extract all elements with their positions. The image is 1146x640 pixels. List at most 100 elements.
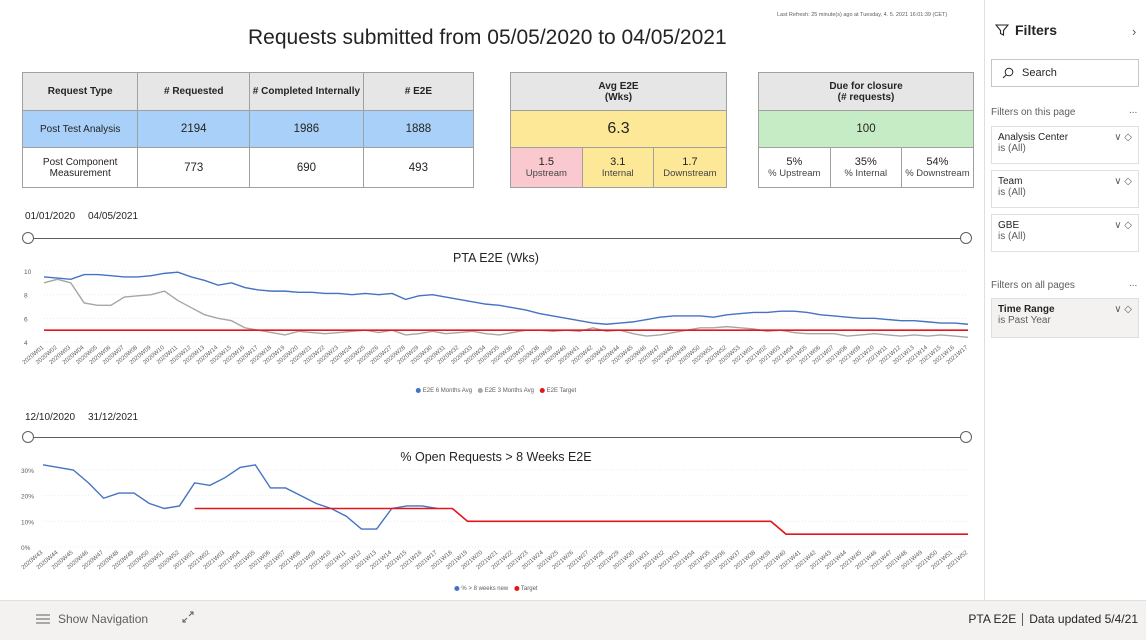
legend-dot-icon: [539, 388, 545, 393]
upstream-value: 1.5: [538, 156, 554, 168]
legend-dot-icon: [454, 586, 460, 591]
filter-card-icons: ∨ ◇: [1114, 176, 1132, 187]
y-tick-label: 0%: [21, 545, 31, 552]
cell-completed: 1986: [249, 110, 364, 148]
chevron-down-icon[interactable]: ∨: [1114, 304, 1121, 315]
downstream-value: 1.7: [682, 156, 698, 168]
current-page-name: PTA E2E: [968, 612, 1017, 626]
more-options-icon[interactable]: ...: [1129, 278, 1137, 289]
avg-e2e-card: Avg E2E (Wks) 6.3 1.5 Upstream 3.1 Inter…: [510, 72, 728, 188]
due-upstream: 5% % Upstream: [758, 147, 831, 188]
due-internal-value: 35%: [854, 156, 877, 168]
eraser-icon[interactable]: ◇: [1124, 220, 1132, 231]
legend-label: % > 8 weeks new: [461, 586, 509, 593]
search-icon: [1002, 67, 1014, 79]
slicer2-track[interactable]: [28, 437, 967, 438]
chevron-down-icon[interactable]: ∨: [1114, 220, 1121, 231]
upstream-label: Upstream: [525, 168, 567, 179]
filter-card-icons: ∨ ◇: [1114, 132, 1132, 143]
filter-name: Team: [998, 176, 1023, 187]
filters-search-input[interactable]: Search: [991, 59, 1139, 87]
y-tick-label: 6: [24, 316, 28, 323]
eraser-icon[interactable]: ◇: [1124, 132, 1132, 143]
avg-e2e-upstream: 1.5 Upstream: [510, 147, 583, 188]
due-downstream-value: 54%: [926, 156, 949, 168]
y-tick-label: 4: [24, 340, 28, 347]
legend-dot-icon: [477, 388, 483, 393]
slicer2-start-date[interactable]: 12/10/2020: [25, 412, 75, 423]
filter-card-team[interactable]: Team is (All) ∨ ◇: [991, 170, 1139, 208]
legend-dot-icon: [513, 586, 519, 591]
series-line: [42, 464, 438, 530]
slicer2-end-handle[interactable]: [960, 431, 972, 443]
table-row[interactable]: Post Component Measurement 773 690 493: [21, 147, 475, 188]
cell-e2e: 493: [362, 147, 475, 188]
cell-e2e: 1888: [362, 110, 475, 148]
slicer1-end-handle[interactable]: [960, 232, 972, 244]
slicer1-start-handle[interactable]: [22, 232, 34, 244]
report-title: Requests submitted from 05/05/2020 to 04…: [248, 26, 727, 49]
avg-e2e-header-line1: Avg E2E: [598, 80, 639, 92]
show-navigation-button[interactable]: Show Navigation: [36, 612, 148, 626]
chart1-plot: 468102020W012020W022020W032020W042020W05…: [22, 269, 970, 366]
show-navigation-label: Show Navigation: [58, 612, 149, 626]
slicer2-start-handle[interactable]: [22, 431, 34, 443]
due-header: Due for closure (# requests): [758, 72, 974, 111]
table-row[interactable]: Post Test Analysis 2194 1986 1888: [21, 110, 475, 148]
header-requested: # Requested: [137, 72, 251, 111]
header-request-type: Request Type: [21, 72, 139, 111]
due-for-closure-card: Due for closure (# requests) 100 5% % Up…: [758, 72, 975, 188]
chart2-plot: 0%10%20%30%2020W432020W442020W452020W462…: [21, 464, 970, 571]
due-upstream-label: % Upstream: [768, 168, 821, 179]
internal-value: 3.1: [610, 156, 626, 168]
y-tick-label: 10%: [21, 519, 34, 526]
filters-pane: Filters › Search Filters on this page ..…: [984, 0, 1146, 600]
chevron-down-icon[interactable]: ∨: [1114, 132, 1121, 143]
due-downstream: 54% % Downstream: [900, 147, 975, 188]
filter-value: is (All): [998, 187, 1026, 198]
avg-e2e-downstream: 1.7 Downstream: [652, 147, 728, 188]
header-e2e: # E2E: [362, 72, 475, 111]
filters-on-all-pages-label: Filters on all pages: [991, 280, 1075, 291]
fit-to-page-icon[interactable]: [182, 611, 194, 626]
slicer1-end-date[interactable]: 04/05/2021: [88, 211, 138, 222]
slicer2-end-date[interactable]: 31/12/2021: [88, 412, 138, 423]
y-tick-label: 10: [24, 269, 32, 276]
chart2-legend: % > 8 weeks new Target: [450, 586, 538, 593]
filters-on-this-page-label: Filters on this page: [991, 107, 1076, 118]
filters-header: Filters: [995, 22, 1057, 38]
more-options-icon[interactable]: ...: [1129, 105, 1137, 116]
series-line: [43, 271, 969, 325]
eraser-icon[interactable]: ◇: [1124, 176, 1132, 187]
legend-label: E2E 6 Months Avg: [422, 388, 473, 395]
due-downstream-label: % Downstream: [905, 168, 970, 179]
report-canvas: Requests submitted from 05/05/2020 to 04…: [0, 0, 984, 600]
status-divider: [1022, 613, 1024, 627]
y-tick-label: 8: [24, 293, 28, 300]
filter-card-gbe[interactable]: GBE is (All) ∨ ◇: [991, 214, 1139, 252]
slicer1-start-date[interactable]: 01/01/2020: [25, 211, 75, 222]
chevron-down-icon[interactable]: ∨: [1114, 176, 1121, 187]
series-line: [43, 278, 969, 338]
cell-completed: 690: [249, 147, 364, 188]
slicer1-track[interactable]: [28, 238, 967, 239]
header-completed-internally: # Completed Internally: [249, 72, 364, 111]
filter-name: Time Range: [998, 304, 1055, 315]
filter-name: GBE: [998, 220, 1020, 231]
due-internal: 35% % Internal: [829, 147, 902, 188]
legend-dot-icon: [415, 388, 421, 393]
legend-label: E2E 3 Months Avg: [484, 388, 534, 395]
filter-name: Analysis Center: [998, 132, 1069, 143]
filter-card-time-range[interactable]: Time Range is Past Year ∨ ◇: [991, 298, 1139, 338]
bottom-bar: Show Navigation PTA E2E Data updated 5/4/…: [0, 600, 1146, 640]
avg-e2e-internal: 3.1 Internal: [581, 147, 654, 188]
due-header-line1: Due for closure: [829, 80, 903, 92]
filter-value: is Past Year: [998, 315, 1051, 326]
cell-request-type: Post Test Analysis: [21, 110, 139, 148]
collapse-filters-chevron-icon[interactable]: ›: [1132, 24, 1136, 39]
eraser-icon[interactable]: ◇: [1124, 304, 1132, 315]
filter-card-analysis-center[interactable]: Analysis Center is (All) ∨ ◇: [991, 126, 1139, 164]
due-header-line2: (# requests): [837, 91, 895, 103]
avg-e2e-value: 6.3: [510, 110, 727, 148]
cell-requested: 2194: [137, 110, 251, 148]
